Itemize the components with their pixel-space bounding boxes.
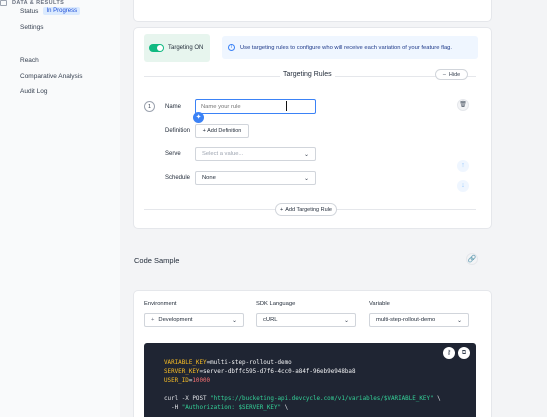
variable-value: multi-step-rollout-demo [376,317,436,323]
code-lines: VARIABLE_KEY=multi-step-rollout-demo SER… [164,359,441,413]
copy-icon[interactable]: ⧉ [458,347,470,359]
hide-label: Hide [448,71,461,78]
targeting-rules-title: Targeting Rules [280,71,335,78]
definition-label: Definition [165,128,191,134]
environment-value: Development [158,317,193,323]
info-text: Use targeting rules to configure who wil… [240,44,453,51]
text-cursor-icon [286,101,288,111]
sdk-value: cURL [263,317,278,323]
top-card [134,0,491,21]
code-line: curl -X POST "https://bucketing-api.devc… [164,396,441,402]
sdk-language-label: SDK Language [256,301,296,307]
minus-icon: – [442,71,446,78]
environment-label: Environment [144,301,177,307]
chevron-down-icon: ⌄ [231,317,237,324]
serve-label: Serve [165,151,181,157]
rule-name-input[interactable] [195,99,316,114]
chevron-down-icon: ⌄ [456,317,462,324]
variable-label: Variable [369,301,390,307]
key-icon[interactable]: ⚷ [443,347,455,359]
sidebar-status[interactable]: Status In Progress [20,7,81,15]
serve-select[interactable]: Select a value... ⌄ [195,147,316,161]
variable-select[interactable]: multi-step-rollout-demo ⌄ [369,313,469,327]
environment-select[interactable]: + Development ⌄ [144,313,244,327]
code-line: -H "Authorization: $SERVER_KEY" \ [164,405,289,411]
code-line: SERVER_KEY=server-dbffc595-d7f6-4cc0-a84… [164,369,356,375]
targeting-toggle[interactable] [149,44,164,52]
serve-select-value: Select a value... [202,151,244,157]
targeting-toggle-box[interactable]: Targeting ON [144,34,210,62]
sidebar-item-reach[interactable]: Reach [20,57,39,64]
schedule-select-value: None [202,175,216,181]
code-sample-title: Code Sample [134,256,180,265]
targeting-info-banner: i Use targeting rules to configure who w… [222,36,478,59]
plus-icon: + [280,206,284,213]
sidebar-item-comparative-analysis[interactable]: Comparative Analysis [20,73,83,80]
rule-number: 1 [144,101,155,112]
status-badge: In Progress [43,7,81,15]
move-up-icon[interactable]: ↑ [457,160,469,172]
schedule-label: Schedule [165,175,191,181]
environment-icon: + [151,317,155,323]
chevron-down-icon: ⌄ [343,317,349,324]
chevron-down-icon: ⌄ [303,175,309,182]
code-actions: ⚷ ⧉ [443,347,470,359]
add-definition-button[interactable]: + Add Definition [195,124,249,138]
targeting-toggle-label: Targeting ON [168,45,204,51]
add-targeting-rule-button[interactable]: + Add Targeting Rule [275,203,337,216]
code-line: USER_ID=10000 [164,378,211,384]
hide-button[interactable]: – Hide [435,69,468,80]
link-icon[interactable]: 🔗 [466,253,478,265]
code-line: VARIABLE_KEY=multi-step-rollout-demo [164,360,292,366]
add-rule-label: Add Targeting Rule [285,206,332,213]
sidebar: Status In Progress Settings DATA & RESUL… [0,0,120,417]
delete-rule-icon[interactable]: 🗑 [457,99,469,111]
name-label: Name [165,104,182,110]
section-title: DATA & RESULTS [12,0,65,6]
monitor-icon [0,0,7,6]
sidebar-item-audit-log[interactable]: Audit Log [20,88,47,95]
code-block: ⚷ ⧉ VARIABLE_KEY=multi-step-rollout-demo… [144,343,476,417]
assistant-star-icon[interactable]: ✦ [193,112,204,123]
schedule-select[interactable]: None ⌄ [195,171,316,185]
main-content: Targeting ON i Use targeting rules to co… [120,0,547,417]
chevron-down-icon: ⌄ [303,151,309,158]
status-label: Status [20,7,39,15]
sidebar-item-settings[interactable]: Settings [20,24,44,31]
sidebar-section-data-results: DATA & RESULTS [0,0,120,6]
info-icon: i [228,44,235,51]
sdk-language-select[interactable]: cURL ⌄ [256,313,356,327]
move-down-icon[interactable]: ↓ [457,180,469,192]
